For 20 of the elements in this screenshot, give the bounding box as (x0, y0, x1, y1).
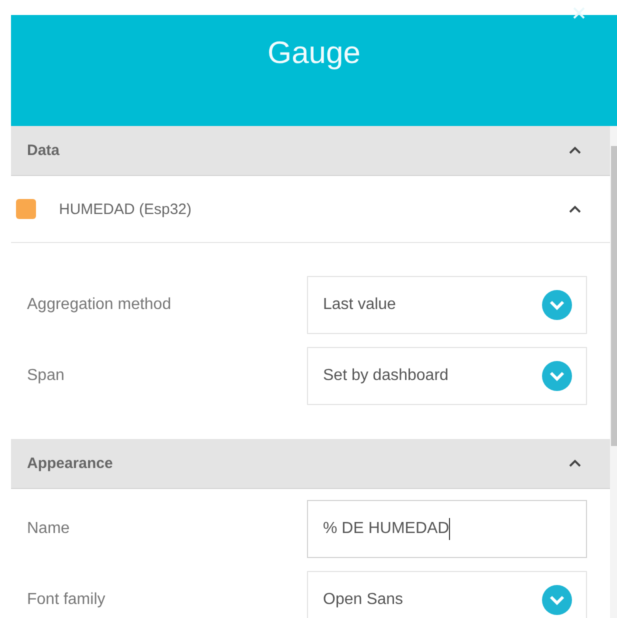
select-field[interactable]: Open Sans (307, 571, 587, 618)
chevron-down-icon[interactable] (542, 290, 572, 320)
close-icon[interactable] (573, 7, 585, 19)
field-label: Name (27, 520, 71, 538)
chevron-up-icon[interactable] (568, 459, 582, 468)
chevron-down-icon[interactable] (542, 361, 572, 391)
field-label: Font family (27, 591, 106, 609)
chevron-up-icon[interactable] (568, 146, 582, 155)
scrollbar[interactable] (610, 126, 617, 618)
section-header[interactable]: Appearance (11, 439, 610, 489)
series-row[interactable]: HUMEDAD (Esp32) (11, 176, 610, 243)
chevron-up-icon[interactable] (568, 204, 582, 214)
field-label: Aggregation method (27, 296, 172, 314)
dialog-title: Gauge (267, 34, 361, 72)
select-field[interactable]: Set by dashboard (307, 347, 587, 405)
chevron-down-icon[interactable] (542, 585, 572, 615)
input-field[interactable]: % DE HUMEDAD (307, 500, 587, 558)
section-header[interactable]: Data (11, 126, 610, 176)
select-field[interactable]: Last value (307, 276, 587, 334)
field-label: Span (27, 367, 66, 385)
